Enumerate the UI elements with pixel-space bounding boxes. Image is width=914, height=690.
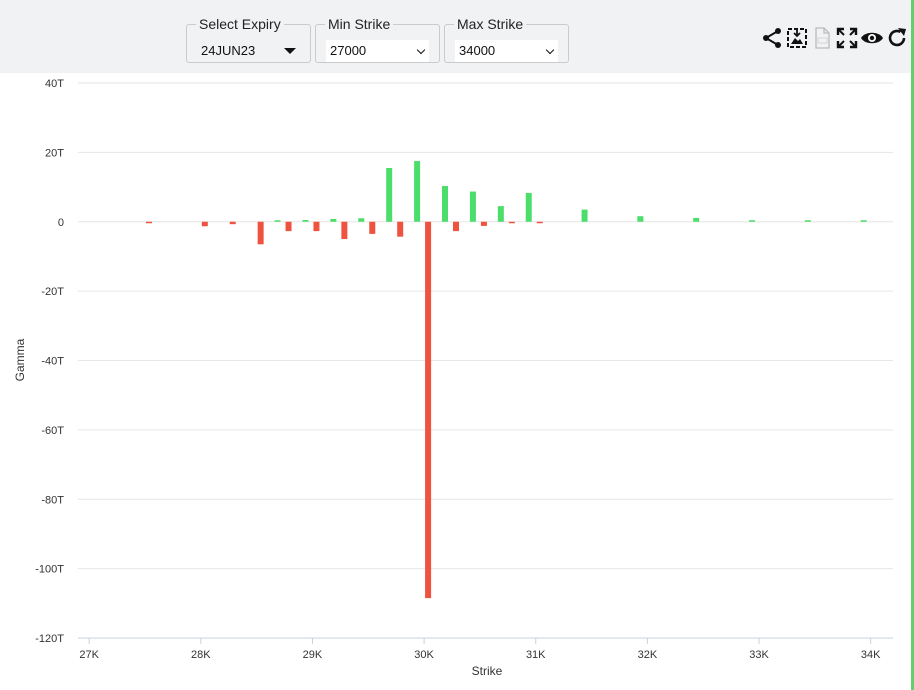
gamma-bar-positive xyxy=(442,186,449,222)
gamma-bar-positive xyxy=(581,209,588,222)
max-strike-value: 34000 xyxy=(459,43,496,58)
image-download-icon[interactable] xyxy=(785,26,809,50)
y-tick-label: -60T xyxy=(41,425,64,437)
expiry-label: Select Expiry xyxy=(196,15,284,33)
csv-download-icon[interactable] xyxy=(810,26,834,50)
x-tick-label: 34K xyxy=(861,649,881,661)
y-tick-label: -20T xyxy=(41,286,64,298)
y-axis-title: Gamma xyxy=(13,338,27,381)
min-strike-select[interactable]: Min Strike 27000 xyxy=(315,15,440,63)
gamma-bar-negative xyxy=(453,221,460,232)
gamma-bar-negative xyxy=(313,221,320,232)
gamma-bar-positive xyxy=(637,216,644,222)
gamma-bar-positive xyxy=(302,220,309,222)
gamma-bar-positive xyxy=(330,218,337,222)
axes: 40T 20T 0 -20T -40T -60T -80T -100T -120T 27K 28K 2… xyxy=(35,78,881,661)
x-axis-title: Strike xyxy=(472,664,503,678)
x-tick-label: 27K xyxy=(79,649,99,661)
min-strike-value-box[interactable]: 27000 xyxy=(326,40,429,62)
y-tick-label: 20T xyxy=(45,147,64,159)
gamma-bar-chart: 40T 20T 0 -20T -40T -60T -80T -100T -120T 27K 28K 2… xyxy=(13,78,893,678)
chevron-down-icon[interactable] xyxy=(545,45,555,55)
gamma-bar-negative xyxy=(229,221,236,225)
gamma-bar-positive xyxy=(693,217,700,222)
expiry-value-box[interactable]: 24JUN23 xyxy=(197,40,300,62)
x-tick-label: 30K xyxy=(414,649,434,661)
gamma-bar-negative xyxy=(201,221,208,227)
grid-lines xyxy=(78,82,893,639)
chart-toolbar: Select Expiry 24JUN23 Min Strike 27000 M… xyxy=(0,0,914,73)
gamma-bar-positive xyxy=(749,220,756,222)
gamma-bar-negative xyxy=(285,221,292,232)
gamma-bar-negative xyxy=(145,221,152,224)
max-strike-value-box[interactable]: 34000 xyxy=(455,40,558,62)
gamma-bar-positive xyxy=(469,191,476,222)
gamma-bar-negative xyxy=(341,221,348,240)
gamma-bar-negative xyxy=(480,221,487,226)
gamma-bar-positive xyxy=(274,220,281,222)
min-strike-label: Min Strike xyxy=(325,15,394,33)
max-strike-label: Max Strike xyxy=(454,15,527,33)
min-strike-value: 27000 xyxy=(330,43,367,58)
bars xyxy=(145,161,867,599)
gamma-bar-positive xyxy=(414,161,421,222)
x-tick-label: 33K xyxy=(749,649,769,661)
gamma-bar-negative xyxy=(508,221,515,224)
gamma-bar-positive xyxy=(358,218,365,222)
gamma-bar-positive xyxy=(804,220,811,222)
y-tick-label: 0 xyxy=(58,217,64,229)
gamma-bar-positive xyxy=(497,206,504,222)
gamma-bar-positive xyxy=(386,167,393,222)
gamma-bar-negative xyxy=(425,221,432,599)
gamma-bar-negative xyxy=(397,221,404,237)
expiry-value: 24JUN23 xyxy=(201,43,256,58)
y-tick-label: -100T xyxy=(35,564,64,576)
y-tick-label: -80T xyxy=(41,494,64,506)
x-tick-label: 29K xyxy=(303,649,323,661)
gamma-bar-negative xyxy=(257,221,264,245)
refresh-icon[interactable] xyxy=(885,26,909,50)
x-tick-label: 28K xyxy=(191,649,211,661)
share-icon[interactable] xyxy=(760,26,784,50)
gamma-bar-positive xyxy=(525,192,532,222)
gamma-bar-positive xyxy=(860,220,867,222)
expiry-select[interactable]: Select Expiry 24JUN23 xyxy=(186,15,311,63)
y-tick-label: 40T xyxy=(45,78,64,90)
chevron-down-icon[interactable] xyxy=(416,45,426,55)
gamma-bar-negative xyxy=(536,221,543,224)
gamma-bar-negative xyxy=(369,221,376,234)
y-tick-label: -40T xyxy=(41,356,64,368)
fullscreen-icon[interactable] xyxy=(835,26,859,50)
eye-icon[interactable] xyxy=(860,26,884,50)
x-tick-label: 32K xyxy=(638,649,658,661)
max-strike-select[interactable]: Max Strike 34000 xyxy=(444,15,569,63)
y-tick-label: -120T xyxy=(35,633,64,645)
x-tick-label: 31K xyxy=(526,649,546,661)
dropdown-caret-icon[interactable] xyxy=(284,48,296,54)
